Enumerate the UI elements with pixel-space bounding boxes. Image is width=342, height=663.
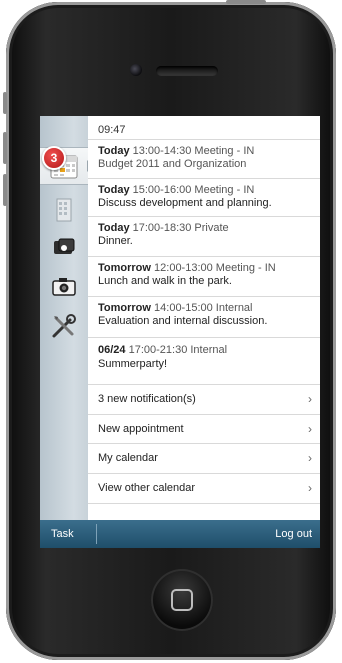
event-description: Discuss development and planning. [98,197,272,209]
notification-badge: 3 [42,146,66,170]
menu-item-other-calendar[interactable]: View other calendar › [88,473,320,504]
camera-icon [52,278,76,296]
event-item[interactable]: Today 13:00-14:30 Meeting - IN Budget 20… [88,139,320,178]
chevron-right-icon: › [308,481,312,495]
event-description: Lunch and walk in the park. [98,275,232,287]
event-item[interactable]: Today 15:00-16:00 Meeting - IN Discuss d… [88,178,320,217]
event-description: Dinner. [98,235,133,247]
event-day: Today [98,222,130,234]
event-description: Evaluation and internal discussion. [98,315,268,327]
chevron-right-icon: › [308,451,312,465]
sidebar: 3 [40,116,93,520]
menu-item-new-appointment[interactable]: New appointment › [88,414,320,444]
event-time: 17:00-18:30 Private [132,222,229,234]
event-time: 17:00-21:30 Internal [128,344,228,356]
event-day: 06/24 [98,344,126,356]
home-square-icon [171,589,193,611]
chevron-right-icon: › [308,422,312,436]
task-button[interactable]: Task [51,528,74,540]
event-description: Summerparty! [98,358,168,370]
event-time: 13:00-14:30 Meeting - IN [132,145,255,157]
tools-icon [52,314,76,338]
current-time: 09:47 [98,124,126,136]
building-icon [56,198,72,222]
menu-item-label: 3 new notification(s) [98,393,196,405]
event-item[interactable]: Tomorrow 12:00-13:00 Meeting - IN Lunch … [88,256,320,295]
event-time: 14:00-15:00 Internal [154,302,253,314]
divider [96,524,97,544]
mute-switch [3,92,7,114]
photo-card-icon [54,238,75,254]
event-item[interactable]: Tomorrow 14:00-15:00 Internal Evaluation… [88,296,320,335]
event-item[interactable]: 06/24 17:00-21:30 Internal Summerparty! [88,337,320,378]
app-screen: 3 09:47 Today 13:00-14:30 Meeting - IN B… [40,116,320,548]
logout-button[interactable]: Log out [275,528,312,540]
event-time: 12:00-13:00 Meeting - IN [154,262,276,274]
chevron-right-icon: › [308,392,312,406]
event-day: Today [98,184,130,196]
sidebar-item-tools[interactable] [40,308,88,344]
menu-item-label: View other calendar [98,482,196,494]
bottom-bar: Task Log out [40,520,320,548]
agenda-panel: 09:47 Today 13:00-14:30 Meeting - IN Bud… [88,116,320,520]
sidebar-item-camera[interactable] [40,268,88,304]
event-time: 15:00-16:00 Meeting - IN [132,184,255,196]
home-button[interactable] [151,569,213,631]
event-day: Tomorrow [98,302,151,314]
menu-item-label: My calendar [98,452,158,464]
sidebar-item-building[interactable] [40,192,88,228]
menu-item-label: New appointment [98,423,184,435]
sidebar-item-photos[interactable] [40,230,88,266]
event-item[interactable]: Today 17:00-18:30 Private Dinner. [88,216,320,255]
menu-item-notifications[interactable]: 3 new notification(s) › [88,384,320,414]
volume-up-button [3,132,7,164]
event-day: Today [98,145,130,157]
front-camera [130,64,142,76]
menu-item-my-calendar[interactable]: My calendar › [88,443,320,473]
power-button [226,0,266,4]
event-day: Tomorrow [98,262,151,274]
earpiece-speaker [156,66,218,76]
volume-down-button [3,174,7,206]
event-description: Budget 2011 and Organization [98,158,247,170]
